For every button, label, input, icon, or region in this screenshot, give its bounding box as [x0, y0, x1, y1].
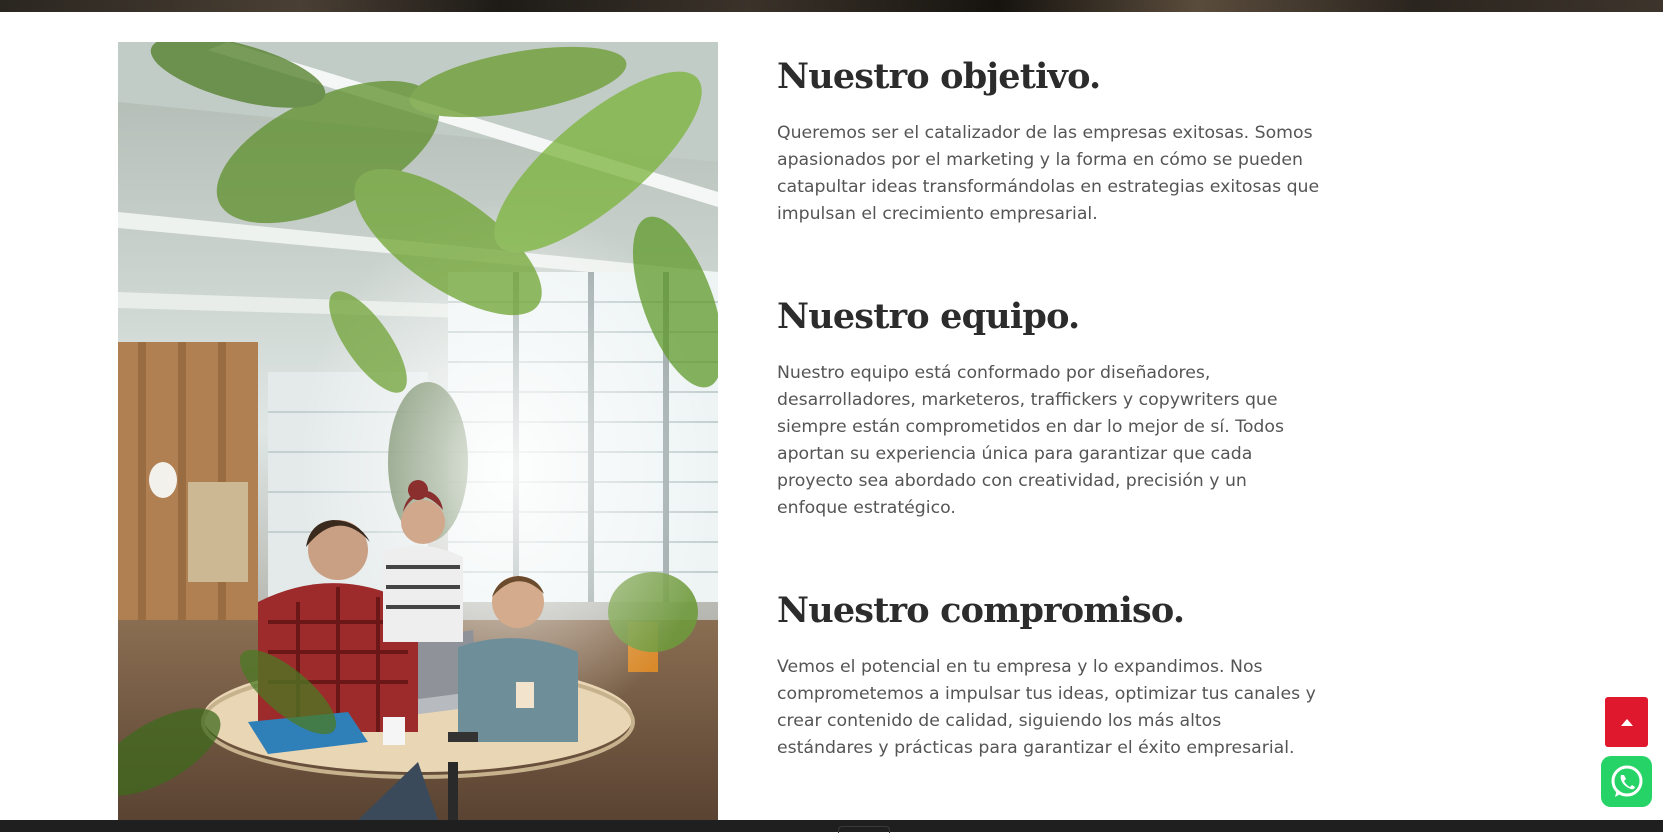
section-title: Nuestro compromiso. — [777, 590, 1185, 631]
section-body: Queremos ser el catalizador de las empre… — [777, 123, 1320, 224]
whatsapp-button[interactable] — [1601, 756, 1652, 807]
team-office-photo — [118, 42, 718, 820]
page-bottom-bar — [0, 820, 1663, 833]
triangle-up-icon — [1620, 718, 1633, 726]
section-compromiso: Nuestro compromiso. Vemos el potencial e… — [777, 576, 1337, 762]
about-content: Nuestro objetivo. Queremos ser el catali… — [777, 42, 1337, 762]
whatsapp-icon — [1611, 765, 1642, 797]
hero-image-bottom-edge — [0, 0, 1663, 12]
scroll-to-top-button[interactable] — [1605, 697, 1648, 747]
team-office-illustration — [118, 42, 718, 820]
section-body: Nuestro equipo está conformado por diseñ… — [777, 363, 1284, 518]
section-equipo: Nuestro equipo. Nuestro equipo está conf… — [777, 282, 1337, 522]
section-title: Nuestro objetivo. — [777, 56, 1101, 97]
section-objetivo: Nuestro objetivo. Queremos ser el catali… — [777, 42, 1337, 228]
section-title: Nuestro equipo. — [777, 296, 1080, 337]
section-body: Vemos el potencial en tu empresa y lo ex… — [777, 657, 1316, 758]
